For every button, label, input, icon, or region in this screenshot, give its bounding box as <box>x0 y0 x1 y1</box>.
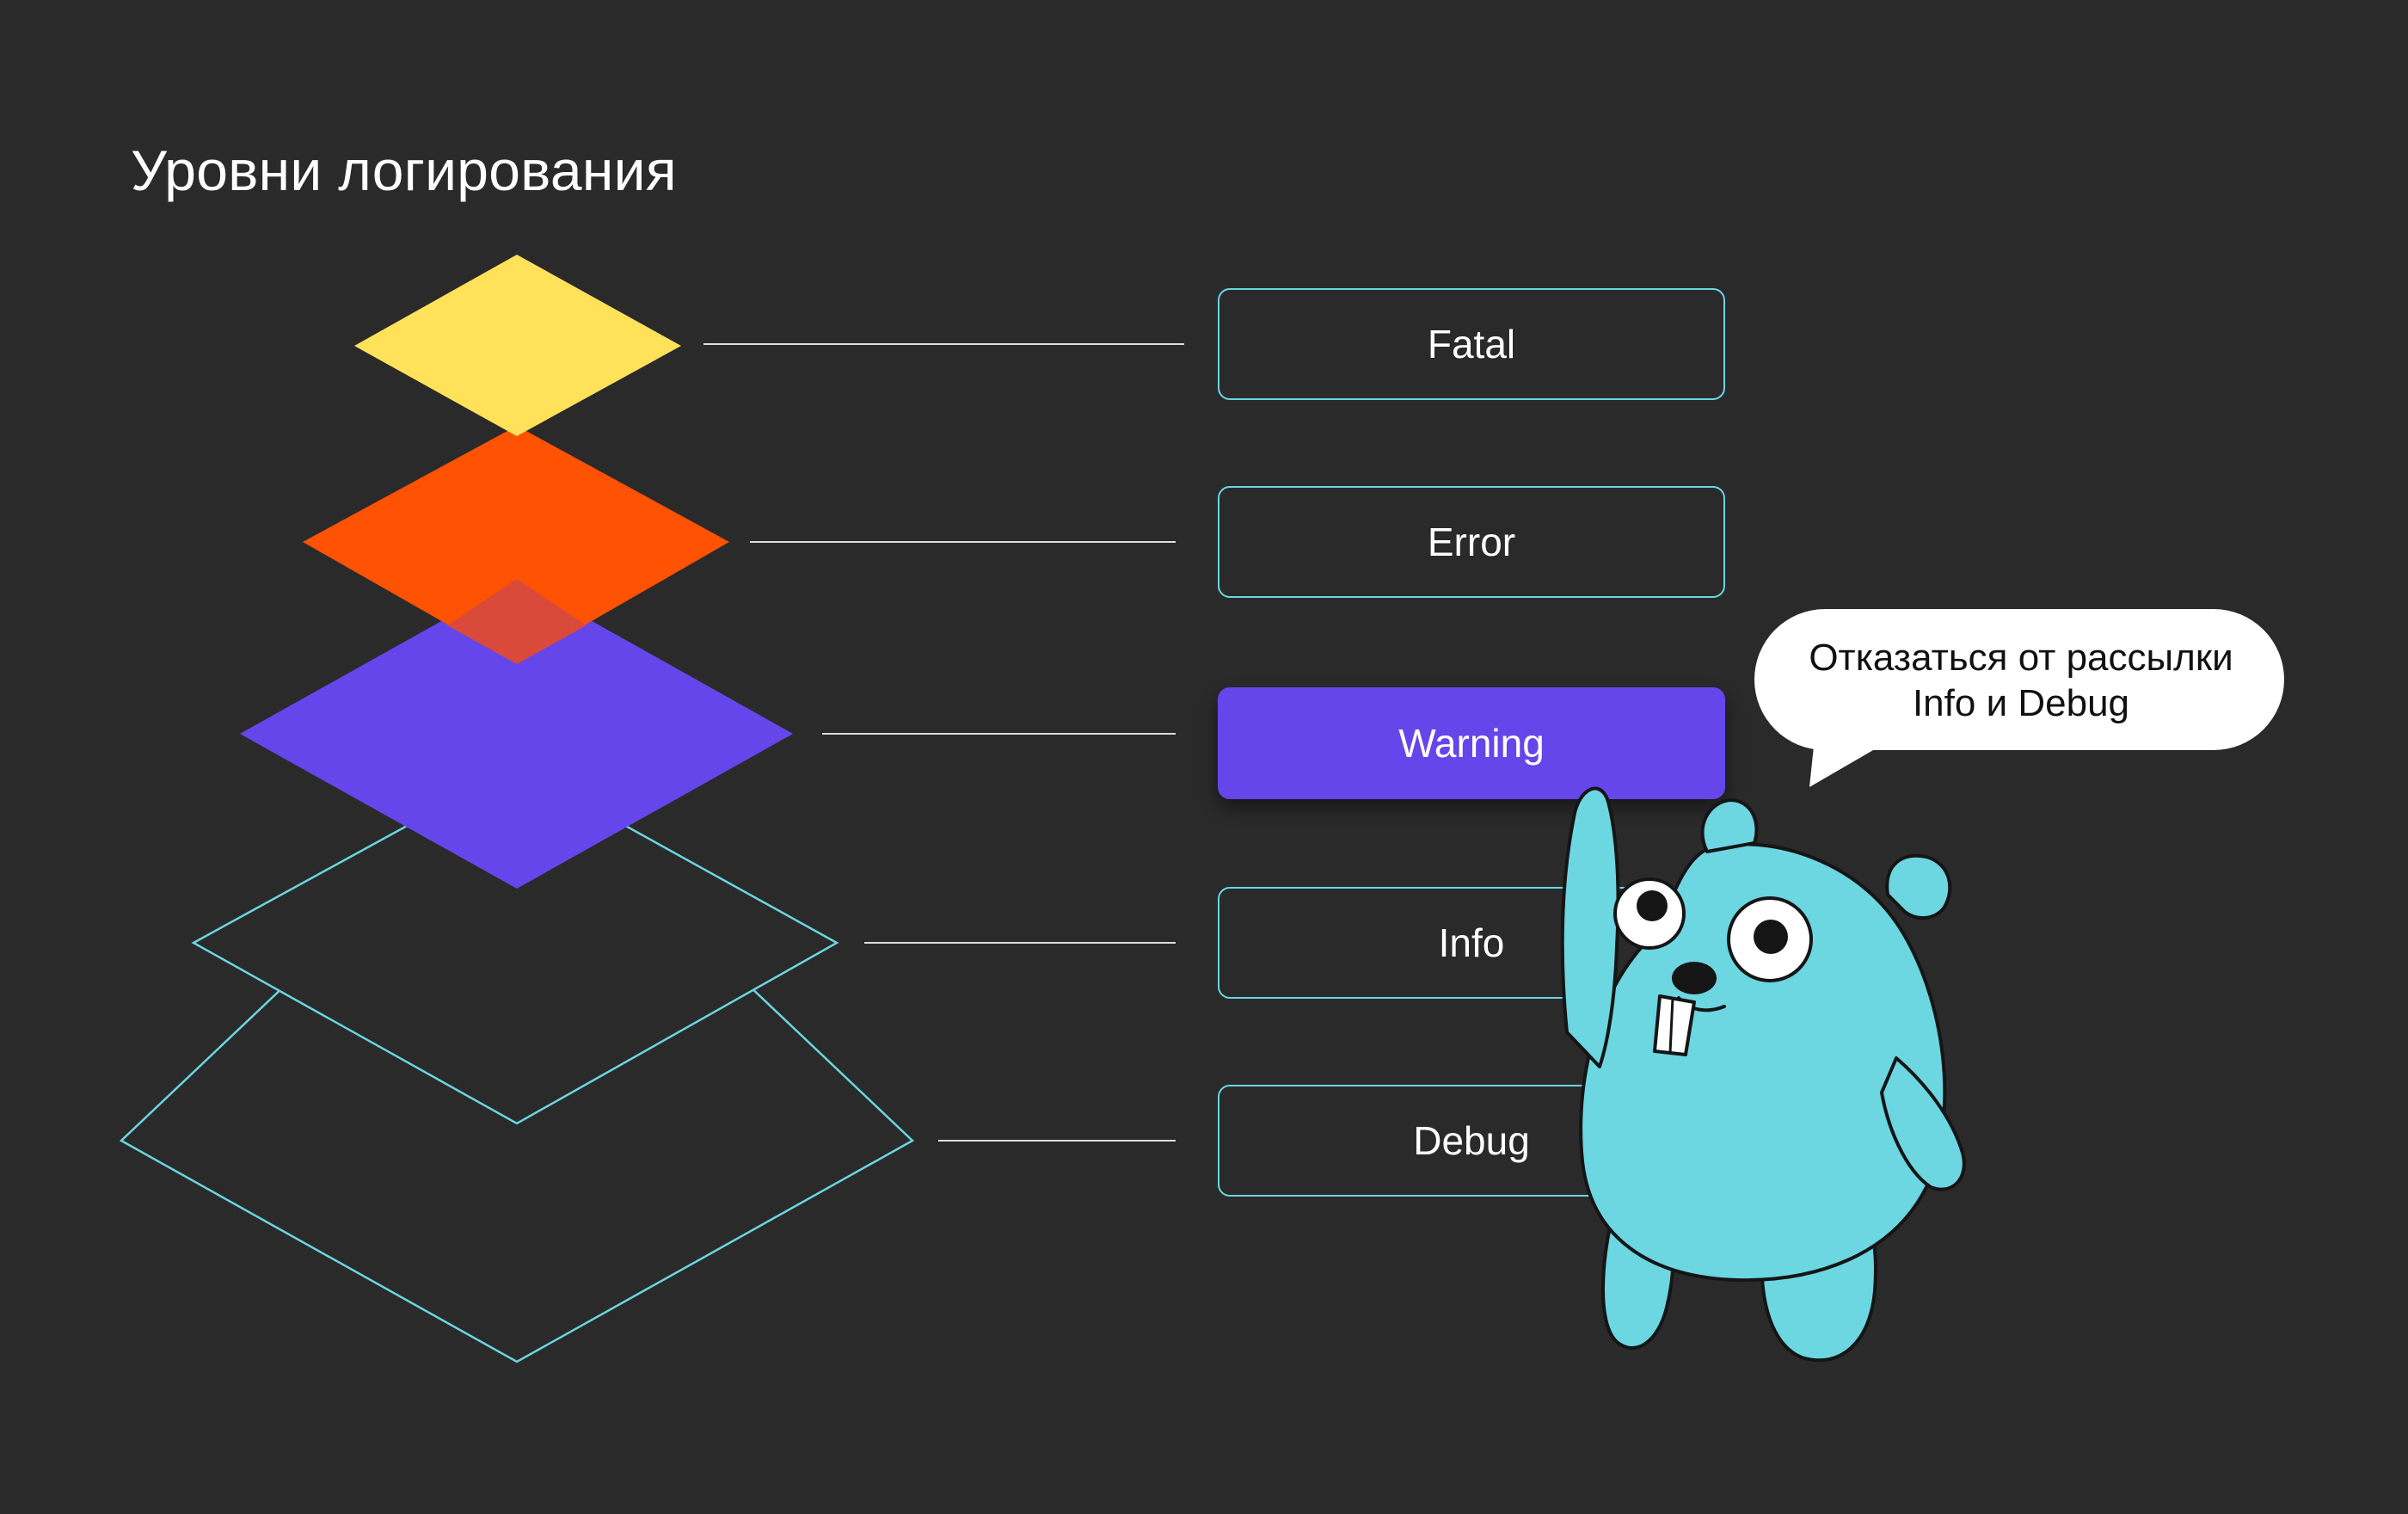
gopher-raised-arm <box>1560 786 1620 1068</box>
gopher-left-pupil <box>1637 890 1668 921</box>
gopher-right-ear <box>1885 853 1952 920</box>
gopher-teeth <box>1653 994 1696 1056</box>
gopher-mascot <box>1560 786 1966 1363</box>
gopher-nose <box>1672 962 1717 994</box>
gopher-left-ear <box>1700 798 1759 853</box>
gopher-right-pupil <box>1754 920 1788 954</box>
